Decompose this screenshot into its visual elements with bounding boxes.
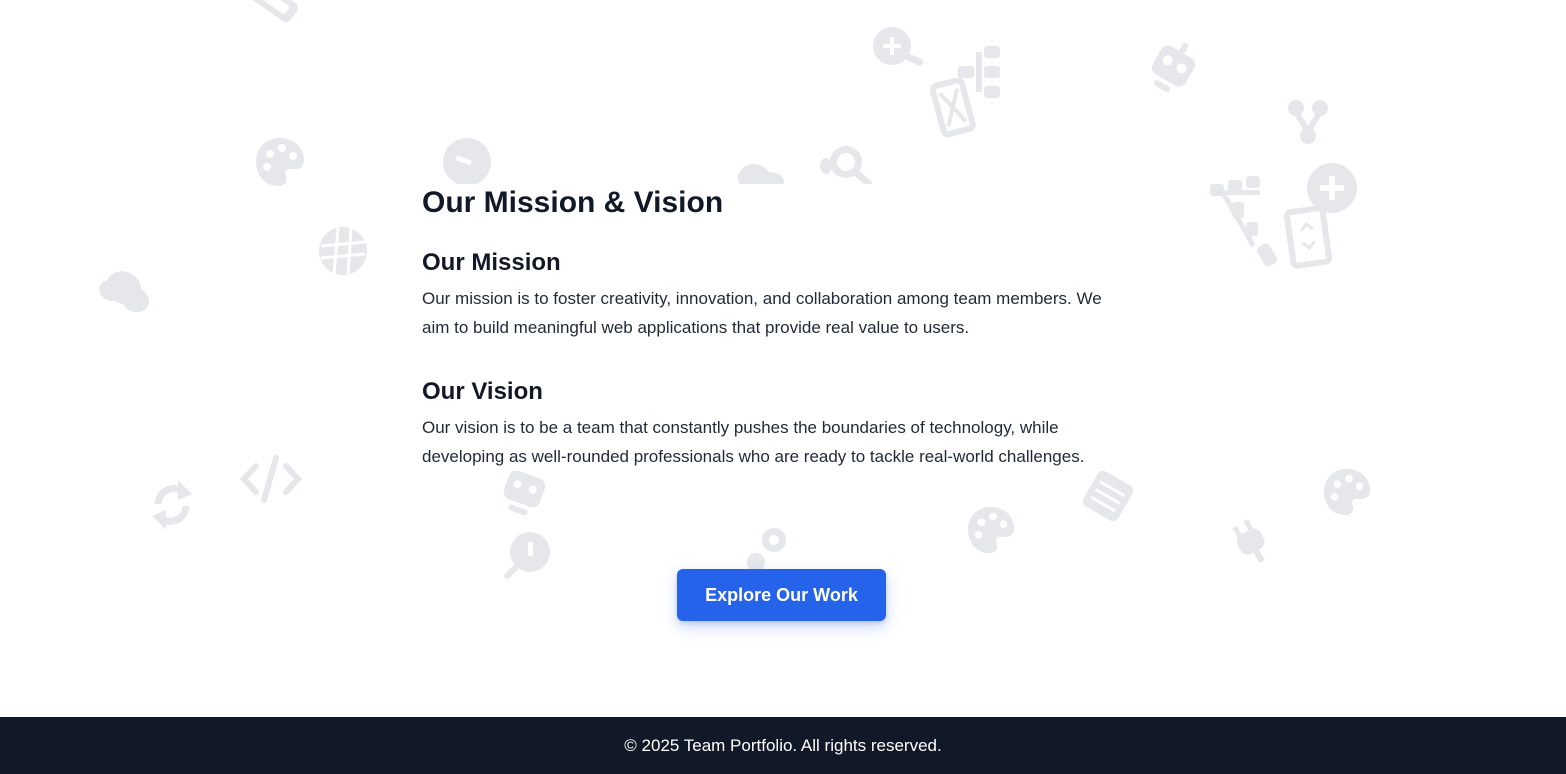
mission-text: Our mission is to foster creativity, inn… (422, 289, 1102, 337)
lightbulb-icon (500, 530, 554, 582)
mobile-icon (1282, 204, 1334, 270)
sync-icon (148, 474, 196, 534)
plug-icon (1228, 516, 1276, 568)
explore-our-work-button[interactable]: Explore Our Work (677, 569, 886, 621)
mission-vision-section: Our Mission & Vision Our Mission Our mis… (422, 184, 1152, 471)
gears-icon (744, 524, 792, 570)
footer-copyright: © 2025 Team Portfolio. All rights reserv… (624, 735, 942, 755)
palette-icon (254, 136, 306, 188)
mission-heading: Our Mission (422, 249, 561, 276)
cloud-icon (98, 264, 158, 320)
database-icon (1080, 470, 1136, 522)
vision-text: Our vision is to be a team that constant… (422, 418, 1085, 466)
globe-icon (318, 226, 368, 276)
robot-icon (1144, 38, 1202, 96)
search-plus-icon (872, 26, 930, 68)
code-icon (238, 454, 304, 504)
page-title: Our Mission & Vision (422, 186, 724, 219)
shapes-icon (238, 0, 304, 30)
robot-icon (496, 466, 552, 520)
vision-heading: Our Vision (422, 378, 543, 405)
palette-icon (1322, 466, 1372, 518)
code-branch-icon (1286, 98, 1332, 146)
project-diagram-icon (1208, 172, 1288, 272)
lightbulb-icon (442, 138, 492, 188)
mobile-x-icon (930, 78, 978, 138)
palette-icon (966, 504, 1016, 556)
footer: © 2025 Team Portfolio. All rights reserv… (0, 717, 1566, 774)
search-icon (820, 142, 880, 186)
